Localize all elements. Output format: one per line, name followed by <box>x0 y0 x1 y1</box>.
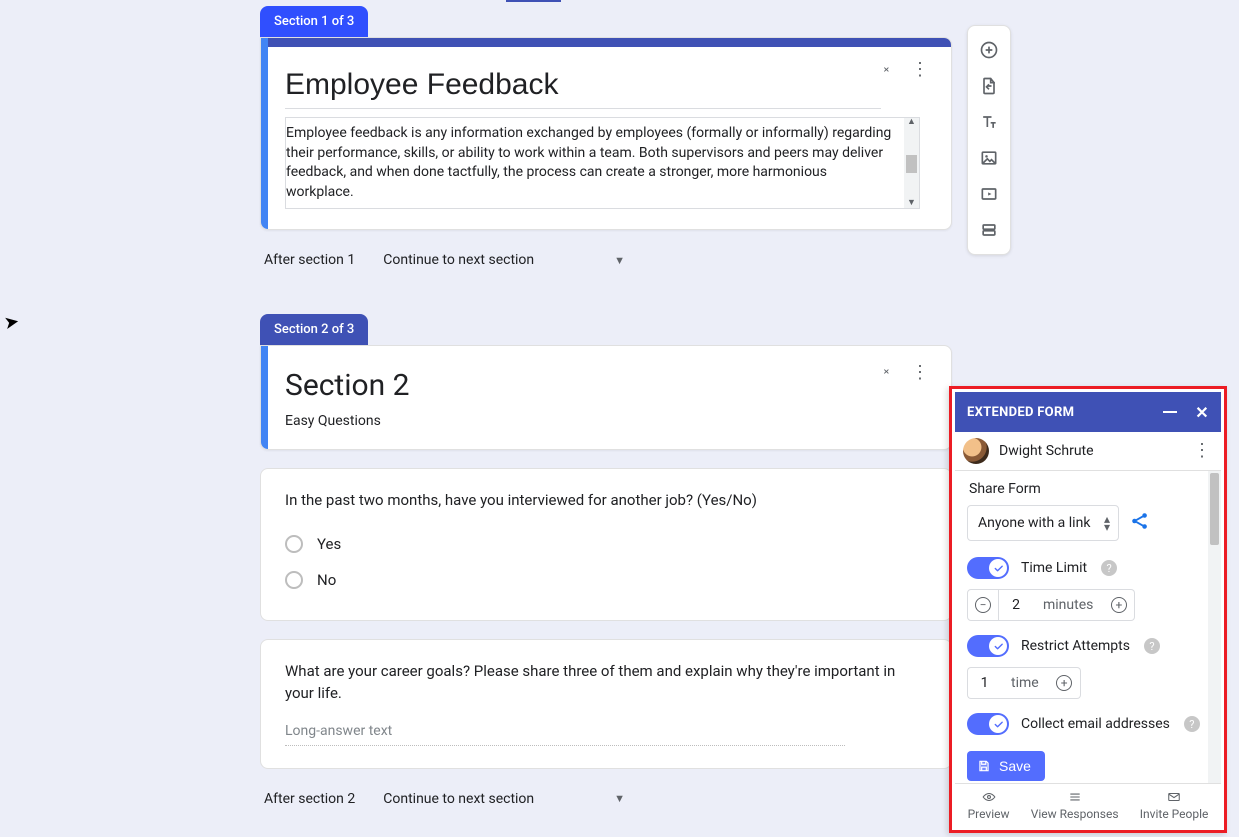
add-question-button[interactable] <box>969 32 1009 68</box>
increment-button[interactable]: + <box>1049 667 1081 699</box>
import-questions-button[interactable] <box>969 68 1009 104</box>
after-section1-label: After section 1 <box>264 252 355 268</box>
option-row[interactable]: No <box>285 562 927 598</box>
section2-tab[interactable]: Section 2 of 3 <box>260 314 368 345</box>
add-video-button[interactable] <box>969 176 1009 212</box>
panel-title: EXTENDED FORM <box>967 405 1074 420</box>
plus-circle-icon <box>979 40 999 60</box>
share-icon[interactable] <box>1129 510 1151 536</box>
section2-header-card: ⌄⌃ ⋮ Section 2 Easy Questions <box>260 345 952 450</box>
chevron-down-icon: ▼ <box>614 254 625 267</box>
save-icon <box>977 759 991 773</box>
time-limit-unit: minutes <box>1033 589 1103 621</box>
restrict-attempts-value[interactable]: 1 <box>967 667 1001 699</box>
option-row[interactable]: Yes <box>285 526 927 562</box>
scroll-up-icon[interactable]: ▲ <box>907 118 916 127</box>
view-responses-label: View Responses <box>1031 807 1119 821</box>
section-icon <box>979 220 999 240</box>
user-more-icon[interactable]: ⋮ <box>1193 445 1211 458</box>
restrict-attempts-unit: time <box>1001 667 1049 699</box>
question-card[interactable]: In the past two months, have you intervi… <box>260 468 952 621</box>
after-section1-select[interactable]: Continue to next section ▼ <box>373 244 635 276</box>
collect-email-label: Collect email addresses <box>1021 716 1170 732</box>
collect-email-toggle[interactable] <box>967 713 1009 735</box>
text-icon <box>979 112 999 132</box>
panel-scrollbar[interactable] <box>1208 471 1221 783</box>
minimize-icon[interactable] <box>1163 411 1177 413</box>
invite-people-label: Invite People <box>1140 807 1209 821</box>
panel-user-row: Dwight Schrute ⋮ <box>955 432 1221 471</box>
option-label: Yes <box>317 535 341 553</box>
time-limit-label: Time Limit <box>1021 560 1087 576</box>
help-icon[interactable]: ? <box>1101 560 1117 576</box>
save-button[interactable]: Save <box>967 751 1045 781</box>
close-icon[interactable]: ✕ <box>1195 403 1209 422</box>
scroll-thumb[interactable] <box>1210 473 1219 545</box>
import-icon <box>979 76 999 96</box>
share-form-label: Share Form <box>969 481 1209 497</box>
after-section1-value: Continue to next section <box>383 252 534 268</box>
question-text: What are your career goals? Please share… <box>285 660 927 705</box>
question-toolbar <box>967 25 1011 255</box>
share-scope-value: Anyone with a link <box>978 515 1090 531</box>
add-title-button[interactable] <box>969 104 1009 140</box>
time-limit-value[interactable]: 2 <box>999 589 1033 621</box>
eye-icon <box>980 790 998 804</box>
save-button-label: Save <box>999 758 1031 774</box>
after-section2-select[interactable]: Continue to next section ▼ <box>373 783 635 815</box>
mail-icon <box>1165 790 1183 804</box>
add-section-button[interactable] <box>969 212 1009 248</box>
chevron-down-icon: ▼ <box>614 792 625 805</box>
radio-icon[interactable] <box>285 535 303 553</box>
invite-people-button[interactable]: Invite People <box>1140 790 1209 821</box>
restrict-attempts-label: Restrict Attempts <box>1021 638 1130 654</box>
decrement-button[interactable]: − <box>967 589 999 621</box>
form-title-input[interactable] <box>285 66 881 109</box>
section2-title[interactable]: Section 2 <box>285 368 923 403</box>
avatar <box>963 438 989 464</box>
image-icon <box>979 148 999 168</box>
question-text: In the past two months, have you intervi… <box>285 489 927 512</box>
after-section2-label: After section 2 <box>264 791 355 807</box>
preview-label: Preview <box>968 807 1010 821</box>
time-limit-toggle[interactable] <box>967 557 1009 579</box>
select-caret-icon: ▴▾ <box>1104 515 1110 532</box>
section1-header-card: ⌄⌃ ⋮ Employee feedback is any informatio… <box>260 37 952 230</box>
list-icon <box>1066 790 1084 804</box>
description-scrollbar[interactable]: ▲ ▼ <box>904 118 919 208</box>
share-scope-select[interactable]: Anyone with a link ▴▾ <box>967 505 1119 541</box>
scroll-down-icon[interactable]: ▼ <box>907 199 916 208</box>
video-icon <box>979 184 999 204</box>
help-icon[interactable]: ? <box>1144 638 1160 654</box>
long-answer-placeholder: Long-answer text <box>285 719 845 746</box>
scroll-thumb[interactable] <box>906 155 917 173</box>
extended-form-panel: EXTENDED FORM ✕ Dwight Schrute ⋮ Share F… <box>949 386 1227 833</box>
form-description-text: Employee feedback is any information exc… <box>286 124 899 202</box>
section2-subtitle[interactable]: Easy Questions <box>285 413 923 429</box>
time-limit-stepper: − 2 minutes + <box>967 589 1209 621</box>
restrict-attempts-toggle[interactable] <box>967 635 1009 657</box>
radio-icon[interactable] <box>285 571 303 589</box>
increment-button[interactable]: + <box>1103 589 1135 621</box>
help-icon[interactable]: ? <box>1184 716 1200 732</box>
after-section2-value: Continue to next section <box>383 791 534 807</box>
panel-footer: Preview View Responses Invite People <box>955 783 1221 827</box>
restrict-attempts-stepper: 1 time + <box>967 667 1209 699</box>
form-description-input[interactable]: Employee feedback is any information exc… <box>285 117 920 209</box>
user-name: Dwight Schrute <box>999 443 1094 459</box>
panel-header: EXTENDED FORM ✕ <box>955 392 1221 432</box>
preview-button[interactable]: Preview <box>968 790 1010 821</box>
option-label: No <box>317 571 336 589</box>
view-responses-button[interactable]: View Responses <box>1031 790 1119 821</box>
section1-tab[interactable]: Section 1 of 3 <box>260 6 368 37</box>
add-image-button[interactable] <box>969 140 1009 176</box>
mouse-cursor-icon: ➤ <box>2 311 21 334</box>
question-card[interactable]: What are your career goals? Please share… <box>260 639 952 769</box>
